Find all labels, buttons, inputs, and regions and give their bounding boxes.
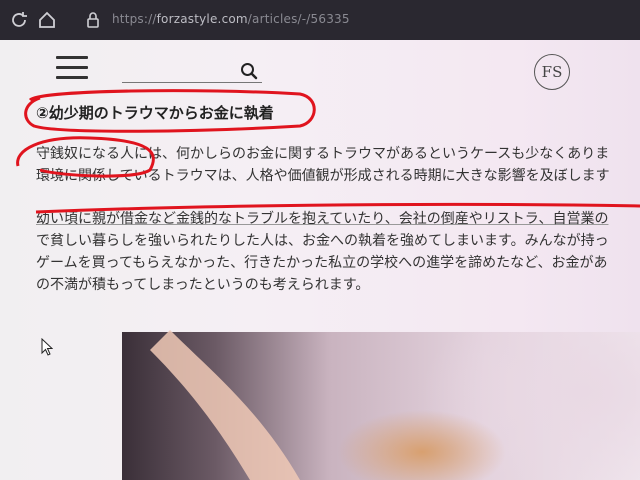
url-path: /articles/-/56335: [247, 12, 350, 26]
paragraph-line: 幼い頃に親が借金など金銭的なトラブルを抱えていたり、会社の倒産やリストラ、自営業…: [36, 211, 609, 227]
url-prefix: https://: [112, 12, 157, 26]
browser-toolbar: https://forzastyle.com/articles/-/56335: [0, 0, 640, 40]
home-icon[interactable]: [36, 9, 58, 31]
paragraph-line: ゲームを買ってもらえなかった、行きたかった私立の学校への進学を諦めたなど、お金が…: [36, 255, 608, 271]
menu-icon[interactable]: [56, 56, 88, 80]
lock-icon[interactable]: [82, 9, 104, 31]
site-logo-text: FS: [541, 63, 563, 81]
article-paragraph-1: 守銭奴になる人には、何かしらのお金に関するトラウマがあるというケースも少なくあり…: [36, 143, 640, 187]
paragraph-line: 守銭奴になる人には、何かしらのお金に関するトラウマがあるというケースも少なくあり…: [36, 146, 610, 162]
mouse-cursor-icon: [41, 338, 53, 356]
url-domain: forzastyle.com: [156, 12, 248, 26]
paragraph-line: で貧しい暮らしを強いられたりした人は、お金への執着を強めてしまいます。みんなが持…: [36, 233, 609, 249]
paragraph-line: の不満が積もってしまったというのも考えられます。: [36, 277, 370, 293]
paragraph-line: 環境に関係しているトラウマは、人格や価値観が形成される時期に大きな影響を及ぼしま…: [36, 168, 610, 184]
address-bar[interactable]: https://forzastyle.com/articles/-/56335: [112, 12, 350, 26]
article-page: FS ②幼少期のトラウマからお金に執着 守銭奴になる人には、何かしらのお金に関す…: [0, 40, 640, 480]
photo-arm-shape: [150, 330, 300, 480]
article-paragraph-2: 幼い頃に親が借金など金銭的なトラブルを抱えていたり、会社の倒産やリストラ、自営業…: [36, 208, 640, 296]
search-icon[interactable]: [240, 62, 258, 80]
reload-icon[interactable]: [8, 9, 30, 31]
article-heading: ②幼少期のトラウマからお金に執着: [36, 104, 274, 122]
site-logo[interactable]: FS: [534, 54, 570, 90]
search-input[interactable]: [122, 82, 262, 83]
